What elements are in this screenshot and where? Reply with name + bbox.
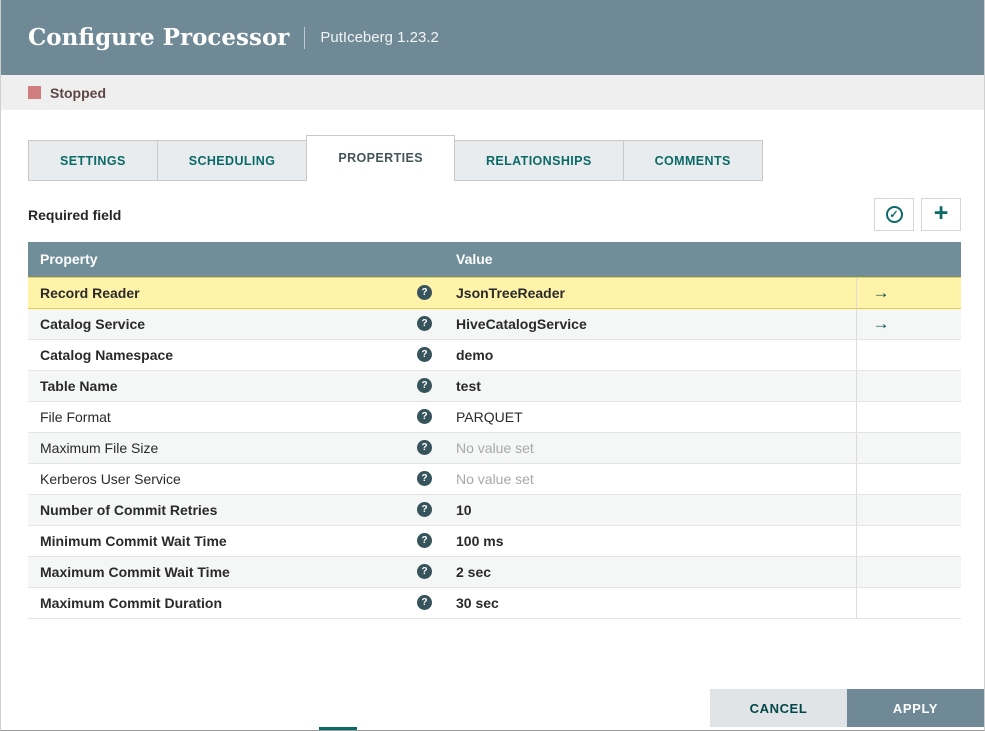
dialog-header: Configure Processor PutIceberg 1.23.2 [1, 0, 984, 75]
table-row: Maximum Commit Duration ? 30 sec [28, 587, 961, 619]
goto-service-cell[interactable]: → [855, 308, 961, 340]
help-icon[interactable]: ? [417, 471, 432, 486]
table-row: Maximum File Size ? No value set [28, 432, 961, 464]
dialog-title: Configure Processor [28, 24, 290, 51]
property-name: Table Name [40, 377, 118, 394]
property-value[interactable]: No value set [444, 463, 856, 495]
property-name: Maximum Commit Duration [40, 594, 223, 611]
dialog-footer: CANCEL APPLY [710, 689, 984, 727]
goto-service-cell[interactable] [855, 463, 961, 495]
table-row: Number of Commit Retries ? 10 [28, 494, 961, 526]
properties-toolbar: Required field ✓ + [28, 198, 961, 231]
help-icon[interactable]: ? [417, 347, 432, 362]
goto-service-cell[interactable] [855, 525, 961, 557]
tab-label: SETTINGS [60, 154, 126, 168]
tab-label: PROPERTIES [338, 151, 423, 165]
property-name: Kerberos User Service [40, 470, 181, 487]
table-row: Table Name ? test [28, 370, 961, 402]
background-artifact [319, 727, 357, 730]
help-icon[interactable]: ? [417, 533, 432, 548]
property-value[interactable]: HiveCatalogService [444, 308, 856, 340]
tab-properties[interactable]: PROPERTIES [306, 135, 455, 181]
properties-table-header: Property Value [28, 242, 961, 277]
apply-button[interactable]: APPLY [847, 689, 984, 727]
tab-label: SCHEDULING [188, 154, 276, 168]
tab-label: RELATIONSHIPS [485, 154, 592, 168]
column-header-value: Value [444, 242, 961, 277]
column-header-property: Property [28, 242, 444, 277]
table-row: Kerberos User Service ? No value set [28, 463, 961, 495]
verify-properties-button[interactable]: ✓ [874, 198, 914, 231]
help-icon[interactable]: ? [417, 378, 432, 393]
property-name: Number of Commit Retries [40, 501, 218, 518]
status-bar: Stopped [1, 75, 984, 110]
plus-icon: + [933, 198, 949, 227]
table-row: Catalog Namespace ? demo [28, 339, 961, 371]
goto-service-cell[interactable] [855, 494, 961, 526]
add-property-button[interactable]: + [921, 198, 961, 231]
check-circle-icon: ✓ [885, 206, 903, 223]
goto-service-cell[interactable] [855, 432, 961, 464]
goto-service-cell[interactable] [855, 401, 961, 433]
table-row: Record Reader ? JsonTreeReader → [28, 276, 961, 309]
properties-table: Property Value Record Reader ? JsonTreeR… [28, 242, 961, 619]
property-value[interactable]: No value set [444, 432, 856, 464]
help-icon[interactable]: ? [417, 564, 432, 579]
goto-service-cell[interactable]: → [855, 276, 961, 309]
goto-service-cell[interactable] [855, 370, 961, 402]
stopped-status-icon [28, 86, 41, 99]
title-divider [304, 26, 306, 49]
help-icon[interactable]: ? [417, 595, 432, 610]
goto-service-cell[interactable] [855, 587, 961, 619]
table-row: File Format ? PARQUET [28, 401, 961, 433]
property-value[interactable]: 2 sec [444, 556, 856, 588]
toolbar-buttons: ✓ + [874, 198, 961, 231]
property-value[interactable]: JsonTreeReader [444, 276, 856, 309]
tab-comments[interactable]: COMMENTS [622, 140, 763, 181]
goto-service-cell[interactable] [855, 556, 961, 588]
help-icon[interactable]: ? [417, 285, 432, 300]
help-icon[interactable]: ? [417, 440, 432, 455]
property-name: Minimum Commit Wait Time [40, 532, 227, 549]
property-value[interactable]: PARQUET [444, 401, 856, 433]
configure-processor-dialog: Configure Processor PutIceberg 1.23.2 St… [0, 0, 985, 731]
goto-arrow-icon: → [872, 313, 890, 333]
table-row: Maximum Commit Wait Time ? 2 sec [28, 556, 961, 588]
tab-scheduling[interactable]: SCHEDULING [156, 140, 308, 181]
tab-relationships[interactable]: RELATIONSHIPS [453, 140, 624, 181]
property-name: File Format [40, 408, 111, 425]
property-name: Maximum File Size [40, 439, 159, 456]
property-name: Maximum Commit Wait Time [40, 563, 230, 580]
help-icon[interactable]: ? [417, 409, 432, 424]
property-value[interactable]: demo [444, 339, 856, 371]
goto-arrow-icon: → [872, 282, 890, 302]
cancel-button[interactable]: CANCEL [710, 689, 847, 727]
required-field-label: Required field [28, 206, 122, 223]
table-row: Minimum Commit Wait Time ? 100 ms [28, 525, 961, 557]
tab-label: COMMENTS [654, 154, 731, 168]
property-value[interactable]: 100 ms [444, 525, 856, 557]
property-name: Catalog Namespace [40, 346, 174, 363]
property-value[interactable]: 30 sec [444, 587, 856, 619]
property-value[interactable]: test [444, 370, 856, 402]
help-icon[interactable]: ? [417, 502, 432, 517]
properties-table-body: Record Reader ? JsonTreeReader → Catalog… [28, 276, 961, 619]
goto-service-cell[interactable] [855, 339, 961, 371]
tab-bar: SETTINGS SCHEDULING PROPERTIES RELATIONS… [28, 135, 961, 181]
processor-type-version: PutIceberg 1.23.2 [320, 29, 439, 46]
help-icon[interactable]: ? [417, 316, 432, 331]
property-name: Catalog Service [40, 315, 146, 332]
property-value[interactable]: 10 [444, 494, 856, 526]
table-row: Catalog Service ? HiveCatalogService → [28, 308, 961, 340]
status-label: Stopped [50, 84, 106, 101]
property-name: Record Reader [40, 284, 140, 301]
tab-settings[interactable]: SETTINGS [28, 140, 158, 181]
